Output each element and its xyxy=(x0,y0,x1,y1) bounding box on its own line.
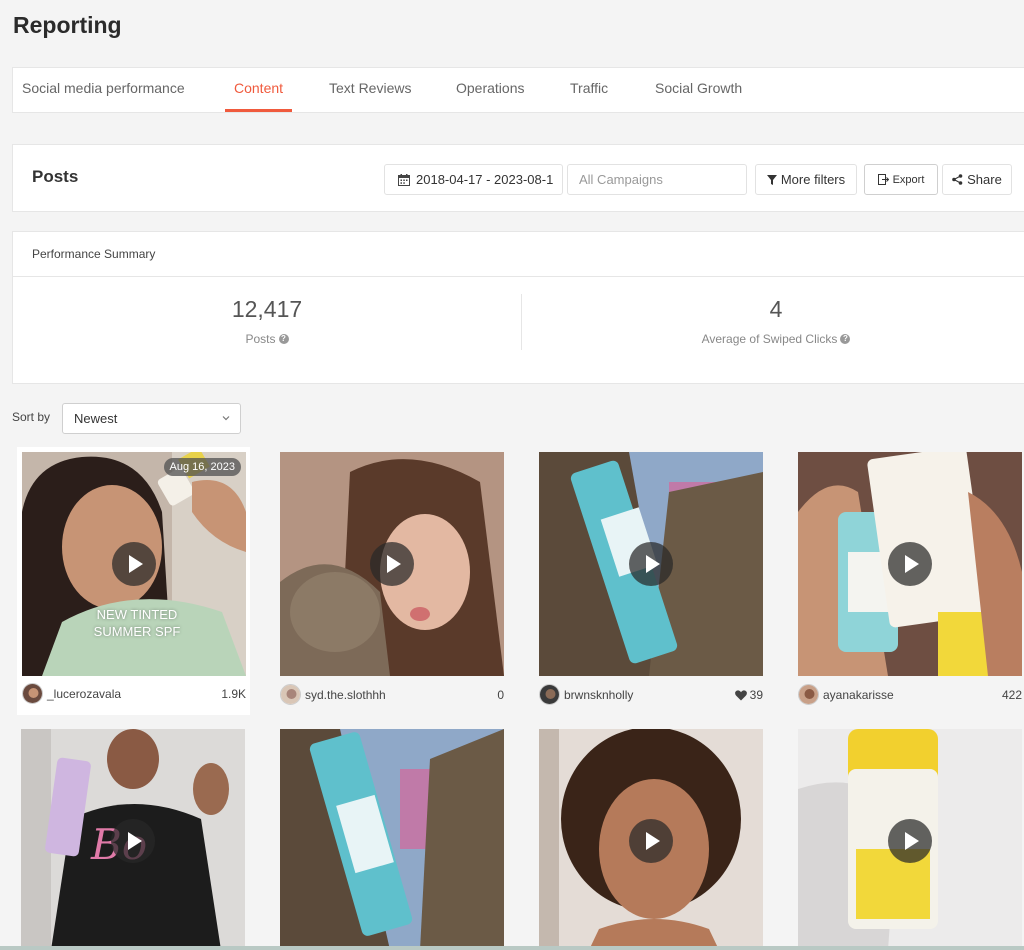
posts-stat: 12,417 Posts? xyxy=(13,296,521,346)
posts-stat-label: Posts xyxy=(245,332,276,346)
post-card[interactable] xyxy=(539,729,763,950)
post-card[interactable] xyxy=(280,729,504,950)
sort-select[interactable]: Newest xyxy=(62,403,241,434)
post-card[interactable]: Bo xyxy=(21,729,245,950)
post-thumbnail[interactable] xyxy=(539,729,763,950)
post-meta: brwnsknholly 39 xyxy=(539,684,763,706)
post-count: 39 xyxy=(734,688,763,702)
sort-label: Sort by xyxy=(12,410,51,424)
post-image xyxy=(280,729,504,950)
post-date-badge: Aug 16, 2023 xyxy=(163,458,241,476)
posts-stat-value: 12,417 xyxy=(231,296,303,322)
tab-social-growth[interactable]: Social Growth xyxy=(655,68,742,112)
post-meta: _lucerozavala 1.9K xyxy=(22,683,246,705)
campaign-placeholder: All Campaigns xyxy=(579,172,663,187)
post-card[interactable]: Aug 16, 2023 NEW TINTED SUMMER SPF _lucer… xyxy=(17,447,250,715)
tab-content[interactable]: Content xyxy=(224,68,293,112)
post-username[interactable]: syd.the.slothhh xyxy=(305,688,386,702)
play-icon[interactable] xyxy=(111,819,155,863)
tab-text-reviews[interactable]: Text Reviews xyxy=(329,68,411,112)
swiped-clicks-stat: 4 Average of Swiped Clicks? xyxy=(522,296,1024,346)
post-count-value: 1.9K xyxy=(221,687,246,701)
post-count-value: 0 xyxy=(497,688,504,702)
post-thumbnail[interactable] xyxy=(539,452,763,676)
play-icon[interactable] xyxy=(888,819,932,863)
post-count-value: 39 xyxy=(749,688,763,702)
performance-summary: Performance Summary 12,417 Posts? 4 Aver… xyxy=(12,231,1024,384)
help-icon[interactable]: ? xyxy=(840,334,851,344)
date-range-value: 2018-04-17 - 2023-08-1 xyxy=(416,172,554,187)
play-icon[interactable] xyxy=(629,819,673,863)
post-overlay-text: NEW TINTED SUMMER SPF xyxy=(62,606,212,640)
export-button[interactable]: Export xyxy=(864,164,938,195)
post-card[interactable] xyxy=(798,729,1022,950)
campaign-select[interactable]: All Campaigns xyxy=(567,164,747,195)
post-thumbnail[interactable] xyxy=(280,452,504,676)
post-thumbnail[interactable] xyxy=(798,729,1022,950)
posts-toolbar: Posts 2018-04-17 - 2023-08-1 All Campaig… xyxy=(12,144,1024,212)
post-meta: ayanakarisse 422 xyxy=(798,684,1022,706)
avatar[interactable] xyxy=(539,684,560,705)
sort-value: Newest xyxy=(74,411,118,426)
help-icon[interactable]: ? xyxy=(278,334,289,344)
report-tabs: Social media performance Content Text Re… xyxy=(12,67,1024,113)
export-label: Export xyxy=(892,173,925,186)
play-icon[interactable] xyxy=(888,542,932,586)
play-icon[interactable] xyxy=(629,542,673,586)
more-filters-label: More filters xyxy=(780,172,846,187)
bottom-divider xyxy=(0,946,1024,950)
avatar[interactable] xyxy=(22,683,43,704)
avatar[interactable] xyxy=(280,684,301,705)
more-filters-button[interactable]: More filters xyxy=(755,164,857,195)
share-icon xyxy=(952,174,963,185)
date-range-picker[interactable]: 2018-04-17 - 2023-08-1 xyxy=(384,164,563,195)
overlay-line: NEW TINTED xyxy=(96,607,178,622)
post-username[interactable]: ayanakarisse xyxy=(823,688,894,702)
post-card[interactable]: brwnsknholly 39 xyxy=(539,452,763,706)
play-icon[interactable] xyxy=(112,542,156,586)
play-icon[interactable] xyxy=(370,542,414,586)
summary-heading: Performance Summary xyxy=(13,232,1024,277)
tab-social-media-performance[interactable]: Social media performance xyxy=(22,68,185,112)
share-button[interactable]: Share xyxy=(942,164,1012,195)
swiped-clicks-label: Average of Swiped Clicks xyxy=(701,332,838,346)
share-label: Share xyxy=(967,172,1002,187)
swiped-clicks-value: 4 xyxy=(769,296,783,322)
chevron-down-icon xyxy=(222,416,230,421)
avatar[interactable] xyxy=(798,684,819,705)
post-count: 422 xyxy=(1002,688,1022,702)
post-card[interactable]: syd.the.slothhh 0 xyxy=(280,452,504,706)
page-title: Reporting xyxy=(13,12,122,38)
heart-icon xyxy=(734,689,747,700)
post-thumbnail[interactable]: Bo xyxy=(21,729,245,950)
post-count: 1.9K xyxy=(221,687,246,701)
post-thumbnail[interactable]: Aug 16, 2023 NEW TINTED SUMMER SPF xyxy=(22,452,246,676)
post-thumbnail[interactable] xyxy=(280,729,504,950)
posts-title: Posts xyxy=(32,167,79,186)
overlay-line: SUMMER SPF xyxy=(93,624,181,639)
post-count: 0 xyxy=(497,688,504,702)
post-username[interactable]: _lucerozavala xyxy=(47,687,121,701)
calendar-icon xyxy=(398,173,410,186)
tab-traffic[interactable]: Traffic xyxy=(570,68,608,112)
post-thumbnail[interactable] xyxy=(798,452,1022,676)
post-username[interactable]: brwnsknholly xyxy=(564,688,633,702)
post-card[interactable]: ayanakarisse 422 xyxy=(798,452,1022,706)
export-icon xyxy=(877,174,889,185)
filter-icon xyxy=(766,174,777,185)
tab-operations[interactable]: Operations xyxy=(456,68,524,112)
post-count-value: 422 xyxy=(1001,688,1022,702)
post-meta: syd.the.slothhh 0 xyxy=(280,684,504,706)
